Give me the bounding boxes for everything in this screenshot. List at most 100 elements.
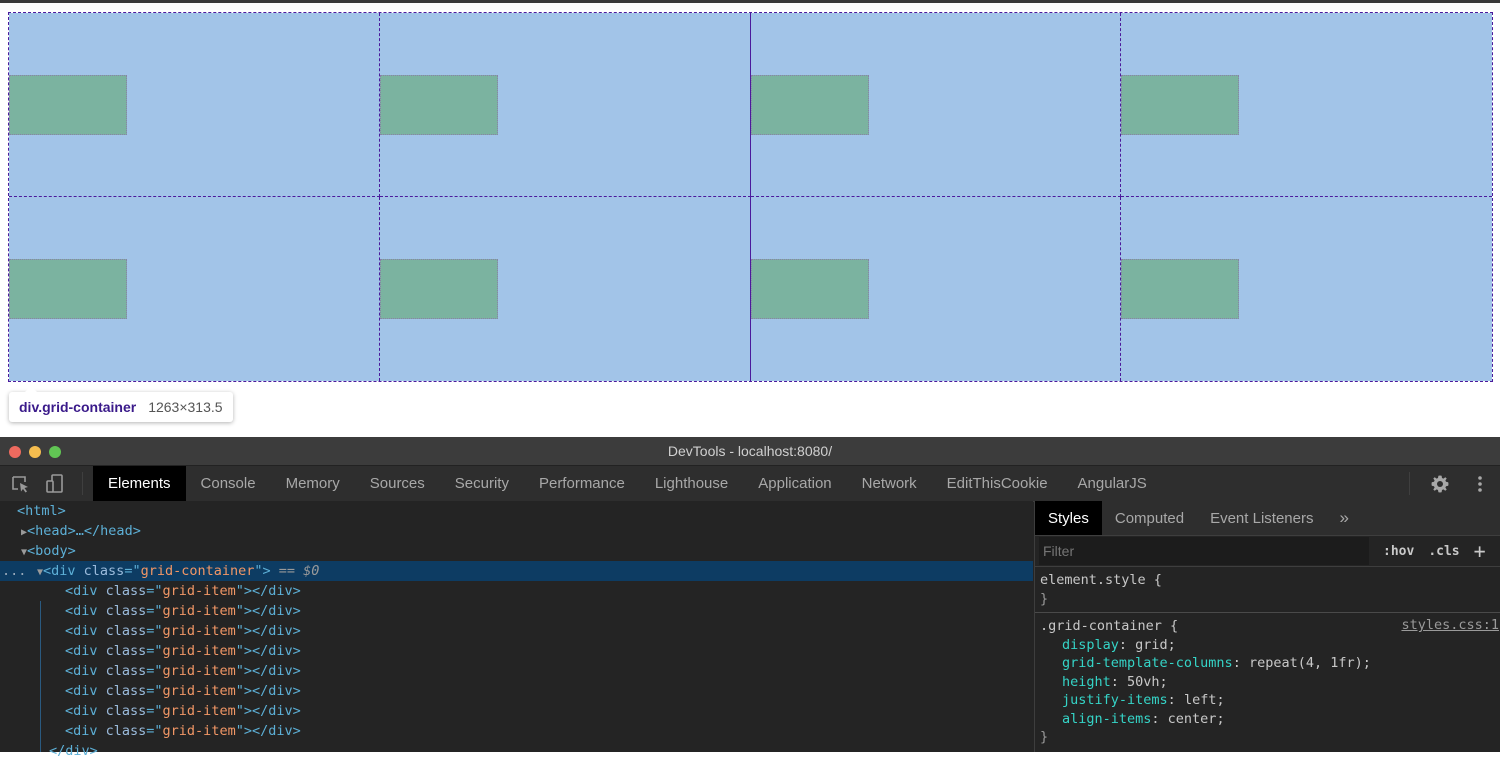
grid-item[interactable] xyxy=(750,74,869,135)
tag-text: "></div> xyxy=(235,603,301,619)
css-value[interactable]: grid; xyxy=(1135,637,1176,653)
tag-text: <div xyxy=(65,663,106,679)
tag-text: "></div> xyxy=(235,623,301,639)
dom-node-grid-item[interactable]: <div class="grid-item"></div> xyxy=(0,661,1033,681)
tag-text: "></div> xyxy=(235,703,301,719)
styles-filter-input[interactable] xyxy=(1039,537,1369,565)
tooltip-element-label: div.grid-container xyxy=(19,399,137,415)
new-style-rule-button[interactable]: + xyxy=(1474,539,1486,563)
hover-state-toggle[interactable]: :hov xyxy=(1383,544,1414,559)
tab-angularjs[interactable]: AngularJS xyxy=(1063,466,1162,501)
tab-event-listeners[interactable]: Event Listeners xyxy=(1197,501,1326,535)
tab-network[interactable]: Network xyxy=(847,466,932,501)
tab-styles[interactable]: Styles xyxy=(1035,501,1102,535)
grid-container-overlay[interactable] xyxy=(8,12,1493,382)
tab-application[interactable]: Application xyxy=(743,466,846,501)
css-value[interactable]: center; xyxy=(1168,711,1225,727)
attr-value: grid-item xyxy=(162,623,236,639)
dom-node-head[interactable]: ▶<head>…</head> xyxy=(0,521,1033,541)
tree-guide-line xyxy=(40,601,41,752)
tab-lighthouse[interactable]: Lighthouse xyxy=(640,466,743,501)
kebab-menu-icon[interactable] xyxy=(1460,475,1500,493)
attr-eq: =" xyxy=(146,643,163,659)
devtools-tabbar: Elements Console Memory Sources Security… xyxy=(0,466,1500,502)
grid-item[interactable] xyxy=(9,259,127,319)
grid-cell xyxy=(9,13,380,197)
tab-elements[interactable]: Elements xyxy=(93,466,186,501)
attr-value: grid-item xyxy=(162,583,236,599)
dom-node-body[interactable]: ▼<body> xyxy=(0,541,1033,561)
css-property[interactable]: grid-template-columns xyxy=(1062,655,1233,671)
css-declaration[interactable]: align-items: center; xyxy=(1040,710,1496,729)
dom-node-grid-item[interactable]: <div class="grid-item"></div> xyxy=(0,681,1033,701)
grid-item[interactable] xyxy=(750,259,869,319)
tag-text: <div xyxy=(65,623,106,639)
rule-selector: element.style { xyxy=(1040,572,1162,588)
grid-cell xyxy=(750,13,1122,197)
dom-node-closing-div[interactable]: </div> xyxy=(0,741,1033,761)
css-declaration[interactable]: height: 50vh; xyxy=(1040,673,1496,692)
inspect-element-icon[interactable] xyxy=(4,466,38,501)
attr-value: grid-item xyxy=(162,683,236,699)
element-style-rule[interactable]: element.style { } xyxy=(1035,567,1500,613)
tag-text: <div xyxy=(65,583,106,599)
tab-editthiscookie[interactable]: EditThisCookie xyxy=(932,466,1063,501)
tag-text: "></div> xyxy=(235,723,301,739)
attr-name: class xyxy=(105,643,147,659)
dom-node-grid-item[interactable]: <div class="grid-item"></div> xyxy=(0,581,1033,601)
attr-name: class xyxy=(105,583,147,599)
node-actions-ellipsis[interactable]: ... xyxy=(2,561,26,581)
tag-text: <div xyxy=(65,643,106,659)
attr-value: grid-item xyxy=(162,663,236,679)
tab-computed[interactable]: Computed xyxy=(1102,501,1197,535)
grid-cell xyxy=(379,197,751,381)
attr-value: grid-container xyxy=(140,563,255,579)
tab-console[interactable]: Console xyxy=(186,466,271,501)
dom-node-grid-item[interactable]: <div class="grid-item"></div> xyxy=(0,721,1033,741)
attr-name: class xyxy=(105,663,147,679)
tag-text: <div xyxy=(65,723,106,739)
grid-container-rule[interactable]: .grid-container { styles.css:1 display: … xyxy=(1035,613,1500,751)
dom-node-html[interactable]: <html> xyxy=(0,501,1033,521)
window-title: DevTools - localhost:8080/ xyxy=(667,443,833,459)
css-property[interactable]: align-items xyxy=(1062,711,1151,727)
grid-item[interactable] xyxy=(9,74,127,135)
attr-name: class xyxy=(83,563,125,579)
css-property[interactable]: display xyxy=(1062,637,1119,653)
dom-node-grid-item[interactable]: <div class="grid-item"></div> xyxy=(0,701,1033,721)
css-property[interactable]: justify-items xyxy=(1062,692,1168,708)
attr-eq: =" xyxy=(124,563,141,579)
elements-dom-tree[interactable]: <html> ▶<head>…</head> ▼<body> ... ▼<div … xyxy=(0,501,1033,759)
attr-value: grid-item xyxy=(162,703,236,719)
more-tabs-chevron-icon[interactable]: » xyxy=(1326,501,1361,535)
css-value[interactable]: 50vh; xyxy=(1127,674,1168,690)
css-property[interactable]: height xyxy=(1062,674,1111,690)
dom-node-grid-container-selected[interactable]: ... ▼<div class="grid-container"> == $0 xyxy=(0,561,1033,581)
dom-node-grid-item[interactable]: <div class="grid-item"></div> xyxy=(0,621,1033,641)
css-declaration[interactable]: grid-template-columns: repeat(4, 1fr); xyxy=(1040,654,1496,673)
dom-node-grid-item[interactable]: <div class="grid-item"></div> xyxy=(0,601,1033,621)
tab-performance[interactable]: Performance xyxy=(524,466,640,501)
css-value[interactable]: repeat(4, 1fr); xyxy=(1249,655,1371,671)
grid-item[interactable] xyxy=(379,74,498,135)
device-toggle-icon[interactable] xyxy=(38,466,72,501)
stylesheet-source-link[interactable]: styles.css:1 xyxy=(1401,617,1499,633)
grid-item[interactable] xyxy=(379,259,498,319)
styles-sidebar: Styles Computed Event Listeners » :hov .… xyxy=(1034,501,1500,752)
attr-eq: =" xyxy=(146,683,163,699)
css-declaration[interactable]: justify-items: left; xyxy=(1040,691,1496,710)
grid-cell xyxy=(379,13,751,197)
grid-item[interactable] xyxy=(1121,259,1240,319)
dom-node-grid-item[interactable]: <div class="grid-item"></div> xyxy=(0,641,1033,661)
attr-eq: =" xyxy=(146,723,163,739)
css-value[interactable]: left; xyxy=(1184,692,1225,708)
gear-icon[interactable] xyxy=(1420,474,1460,494)
tab-security[interactable]: Security xyxy=(440,466,524,501)
tab-memory[interactable]: Memory xyxy=(271,466,355,501)
rule-close-brace: } xyxy=(1040,590,1049,607)
class-toggle[interactable]: .cls xyxy=(1428,544,1459,559)
grid-item[interactable] xyxy=(1121,74,1240,135)
css-declaration[interactable]: display: grid; xyxy=(1040,636,1496,655)
tab-sources[interactable]: Sources xyxy=(355,466,440,501)
tag-text: "></div> xyxy=(235,663,301,679)
